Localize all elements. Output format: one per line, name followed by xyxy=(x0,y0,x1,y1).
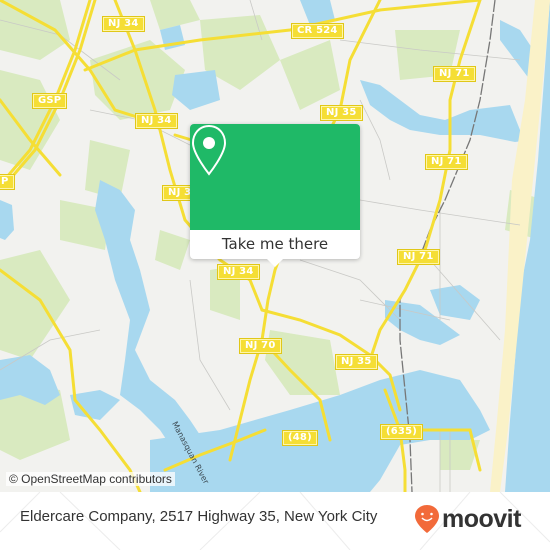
road-shield-nj35: NJ 35 xyxy=(320,105,363,121)
road-shield-nj35: NJ 35 xyxy=(335,354,378,370)
moovit-wordmark: moovit xyxy=(442,504,521,533)
road-shield-cr48: (48) xyxy=(282,430,318,446)
road-shield-gsp: GSP xyxy=(31,93,68,109)
road-shield-nj70: NJ 70 xyxy=(239,338,282,354)
road-shield-nj71: NJ 71 xyxy=(433,66,476,82)
road-shield-nj71: NJ 71 xyxy=(397,249,440,265)
take-me-there-button[interactable]: Take me there xyxy=(190,230,360,259)
road-shield-nj34: NJ 34 xyxy=(135,113,178,129)
footer: Eldercare Company, 2517 Highway 35, New … xyxy=(0,492,550,550)
popup-tail xyxy=(266,258,284,267)
road-shield-cr524: CR 524 xyxy=(291,23,344,39)
road-shield-nj71: NJ 71 xyxy=(425,154,468,170)
popup-header xyxy=(190,124,360,230)
moovit-logo[interactable]: moovit xyxy=(414,504,521,534)
road-shield-nj34: NJ 34 xyxy=(102,16,145,32)
destination-address: Eldercare Company, 2517 Highway 35, New … xyxy=(20,508,378,525)
map-attribution[interactable]: © OpenStreetMap contributors xyxy=(6,472,175,486)
road-shield-nj34: NJ 34 xyxy=(217,264,260,280)
destination-popup: Take me there xyxy=(190,124,360,267)
map-view[interactable]: NJ 34 CR 524 GSP NJ 34 NJ 35 NJ 71 P NJ … xyxy=(0,0,550,492)
road-shield-gsp: P xyxy=(0,174,15,190)
road-shield-cr635: (635) xyxy=(379,424,424,440)
location-pin-icon xyxy=(191,124,227,176)
moovit-pin-icon xyxy=(415,505,439,533)
